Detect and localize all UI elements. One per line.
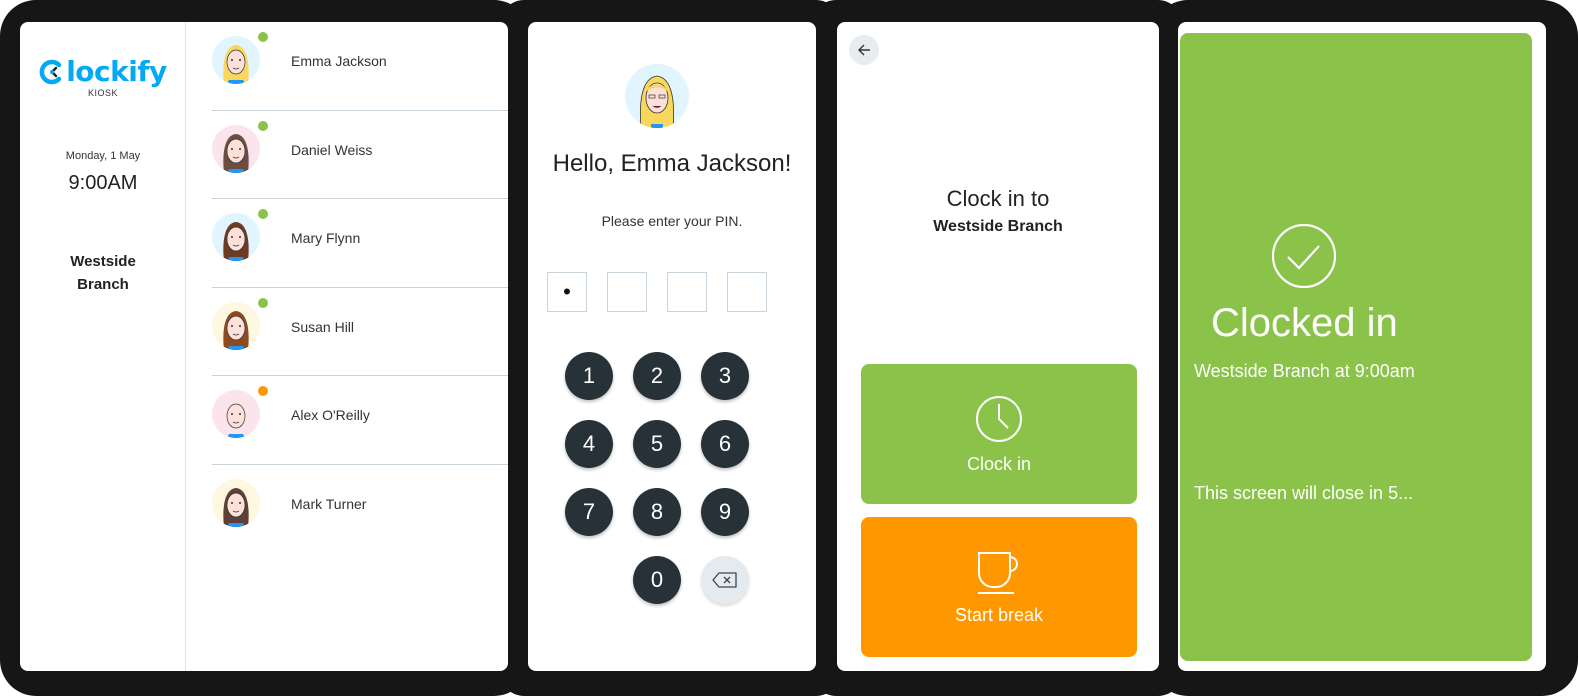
avatar (212, 478, 260, 527)
user-list-item[interactable]: Daniel Weiss (212, 111, 508, 199)
greeting: Hello, Emma Jackson! (552, 150, 792, 177)
current-date: Monday, 1 May (65, 150, 141, 162)
user-list-item[interactable]: Mark Turner (212, 465, 508, 554)
coffee-cup-icon (978, 551, 1018, 594)
logo-text: lockify (66, 55, 167, 88)
avatar (212, 124, 260, 173)
check-circle-icon (1271, 223, 1337, 289)
key-5[interactable]: 5 (633, 420, 681, 468)
status-dot (258, 120, 268, 131)
keypad-spacer (565, 556, 613, 604)
clock-icon (976, 395, 1022, 442)
backspace-button[interactable] (701, 556, 749, 604)
pin-digit-2[interactable] (607, 272, 647, 312)
avatar (212, 213, 260, 261)
key-8[interactable]: 8 (633, 488, 681, 536)
user-name: Emma Jackson (291, 53, 387, 69)
pin-digit-3[interactable] (667, 272, 707, 312)
avatar-illustration-icon (223, 45, 249, 84)
avatar (212, 301, 260, 350)
clock-in-label: Clock in (966, 453, 1032, 474)
backspace-icon (712, 572, 737, 588)
avatar (212, 390, 260, 438)
arrow-left-icon (858, 44, 870, 56)
user-select-screen: lockify KIOSK Monday, 1 May 9:00AM Wests… (20, 22, 508, 671)
clockify-logo-icon (39, 59, 62, 84)
clocked-in-screen: Clocked in Westside Branch at 9:00am Thi… (1178, 22, 1546, 671)
avatar (212, 36, 260, 84)
logo-subtitle: KIOSK (87, 87, 118, 98)
user-list-item[interactable]: Emma Jackson (212, 22, 508, 111)
branch-line-1: Westside (70, 253, 136, 270)
key-0[interactable]: 0 (633, 556, 681, 604)
avatar-illustration-icon (226, 403, 246, 438)
key-7[interactable]: 7 (565, 488, 613, 536)
pin-input[interactable]: • (547, 272, 767, 312)
clock-in-title: Clock in to (946, 186, 1050, 211)
pin-entry-screen: Hello, Emma Jackson! Please enter your P… (528, 22, 816, 671)
pin-digit-1[interactable]: • (547, 272, 587, 312)
user-name: Mary Flynn (291, 230, 361, 246)
clocked-in-subtitle: Westside Branch at 9:00am (1194, 361, 1415, 381)
start-break-label: Start break (954, 604, 1044, 625)
avatar-illustration-icon (223, 310, 249, 350)
pin-digit-4[interactable] (727, 272, 767, 312)
user-list-item[interactable]: Mary Flynn (212, 199, 508, 288)
kiosk-sidebar: lockify KIOSK Monday, 1 May 9:00AM Wests… (20, 22, 186, 671)
branch-line-2: Branch (77, 276, 129, 293)
clockify-logo: lockify KIOSK (20, 55, 186, 98)
key-4[interactable]: 4 (565, 420, 613, 468)
key-1[interactable]: 1 (565, 352, 613, 400)
start-break-button[interactable]: Start break (861, 517, 1137, 657)
user-name: Susan Hill (291, 318, 355, 335)
current-time: 9:00AM (68, 172, 138, 194)
clocked-in-title: Clocked in (1211, 301, 1398, 345)
clock-in-branch: Westside Branch (933, 218, 1063, 235)
back-button[interactable] (849, 35, 879, 65)
status-dot (258, 297, 268, 308)
key-9[interactable]: 9 (701, 488, 749, 536)
avatar-emma-icon (639, 75, 675, 128)
status-dot (258, 386, 268, 396)
status-dot (258, 32, 268, 42)
numeric-keypad: 1 2 3 4 5 6 7 8 9 0 (565, 352, 749, 604)
user-avatar (625, 64, 689, 128)
branch-name: Westside Branch (20, 250, 186, 296)
pin-prompt: Please enter your PIN. (601, 213, 743, 229)
key-2[interactable]: 2 (633, 352, 681, 400)
key-6[interactable]: 6 (701, 420, 749, 468)
user-name: Daniel Weiss (291, 141, 373, 158)
auto-close-note: This screen will close in 5... (1194, 483, 1414, 503)
status-dot (258, 209, 268, 219)
clock-action-screen: Clock in to Westside Branch Clock in Sta… (837, 22, 1159, 671)
clock-in-button[interactable]: Clock in (861, 364, 1137, 504)
user-name: Mark Turner (291, 495, 367, 512)
user-name: Alex O'Reilly (291, 407, 370, 423)
key-3[interactable]: 3 (701, 352, 749, 400)
user-list: Emma Jackson Daniel Weiss Mary Flynn Susan … (212, 22, 508, 553)
user-list-item[interactable]: Alex O'Reilly (212, 376, 508, 465)
user-list-item[interactable]: Susan Hill (212, 288, 508, 376)
avatar-illustration-icon (223, 133, 249, 173)
success-card: Clocked in Westside Branch at 9:00am Thi… (1180, 33, 1532, 661)
avatar-illustration-icon (223, 487, 249, 527)
avatar-illustration-icon (223, 222, 249, 261)
